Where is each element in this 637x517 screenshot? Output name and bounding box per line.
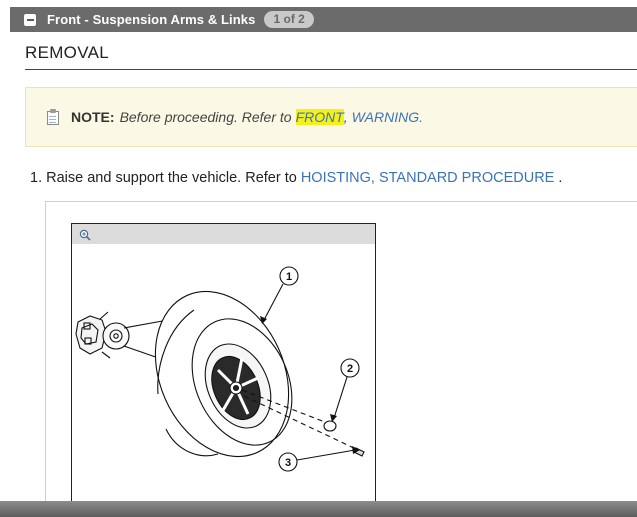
footer-bar bbox=[0, 501, 637, 517]
page-indicator-badge: 1 of 2 bbox=[264, 11, 314, 28]
front-link[interactable]: FRONT bbox=[295, 109, 344, 125]
step-text: Raise and support the vehicle. Refer to bbox=[46, 170, 297, 186]
note-separator: , bbox=[343, 109, 348, 125]
note-text: Before proceeding. Refer to bbox=[119, 109, 292, 125]
section-header-bar[interactable]: Front - Suspension Arms & Links 1 of 2 bbox=[10, 7, 637, 32]
warning-link[interactable]: WARNING. bbox=[352, 109, 423, 125]
note-label: NOTE: bbox=[71, 109, 115, 125]
callout-2: 2 bbox=[347, 363, 353, 375]
step-suffix: . bbox=[558, 170, 563, 186]
left-margin bbox=[0, 0, 10, 517]
callout-3: 3 bbox=[285, 457, 291, 469]
page-title: REMOVAL bbox=[25, 43, 109, 62]
hoisting-procedure-link[interactable]: HOISTING, STANDARD PROCEDURE bbox=[301, 170, 555, 186]
collapse-icon[interactable] bbox=[24, 13, 36, 26]
wheel-removal-illustration: 1 2 3 bbox=[75, 266, 365, 472]
step-number: 1. bbox=[30, 170, 43, 186]
note-clipboard-icon bbox=[46, 108, 60, 126]
section-header-title: Front - Suspension Arms & Links bbox=[47, 12, 256, 27]
step-1: 1. Raise and support the vehicle. Refer … bbox=[30, 170, 562, 186]
callout-1: 1 bbox=[286, 271, 292, 283]
note-box: NOTE: Before proceeding. Refer to FRONT,… bbox=[25, 87, 637, 147]
title-divider bbox=[25, 69, 637, 70]
figure-viewer[interactable]: 1 2 3 bbox=[71, 223, 376, 503]
